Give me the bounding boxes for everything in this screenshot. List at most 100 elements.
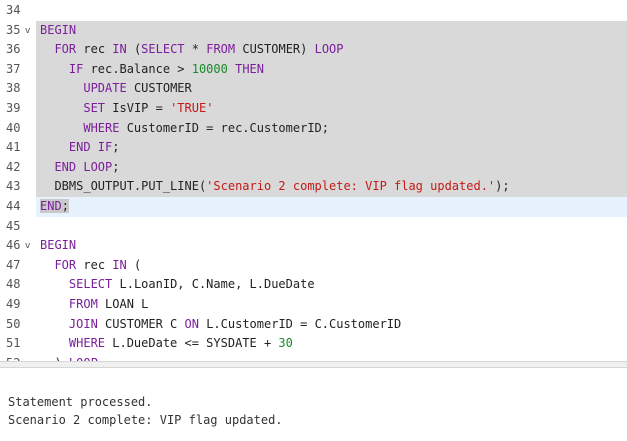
code-text: END LOOP; [36, 157, 627, 178]
line-number: 51 [6, 336, 21, 351]
line-number: 38 [6, 81, 21, 96]
code-token: LOOP [314, 42, 344, 57]
code-token: WHERE [83, 120, 120, 135]
code-token: SET [83, 101, 106, 115]
code-text: END; [36, 197, 627, 217]
code-text: WHERE CustomerID = rec.CustomerID; [36, 118, 627, 139]
code-line[interactable]: 48 SELECT L.LoanID, C.Name, L.DueDate [0, 275, 627, 295]
code-token: THEN [235, 61, 264, 76]
code-token: SELECT [68, 277, 113, 292]
code-token: FOR [54, 42, 77, 57]
code-token: ( [126, 257, 142, 272]
code-line[interactable]: 52 ) LOOP [0, 353, 627, 361]
code-line[interactable]: 34 [0, 1, 627, 21]
code-text: SET IsVIP = 'TRUE' [36, 99, 627, 119]
code-token: FROM [68, 297, 98, 311]
code-token: 'TRUE' [170, 101, 214, 115]
code-text: BEGIN [36, 236, 627, 256]
code-text: WHERE L.DueDate <= SYSDATE + 30 [36, 334, 627, 354]
code-text: FOR rec IN (SELECT * FROM CUSTOMER) LOOP [36, 40, 627, 60]
line-gutter: 52 [0, 353, 36, 361]
line-number: 46 [6, 238, 21, 253]
code-token: CUSTOMER [126, 81, 192, 96]
line-number: 40 [6, 120, 21, 135]
line-gutter: 45 [0, 216, 36, 237]
code-token: ( [126, 42, 142, 57]
line-number: 43 [6, 179, 21, 194]
code-line[interactable]: 45 [0, 216, 627, 237]
code-text: DBMS_OUTPUT.PUT_LINE('Scenario 2 complet… [36, 177, 627, 197]
code-line[interactable]: 41 END IF; [0, 138, 627, 158]
line-number: 34 [6, 3, 21, 17]
code-text: FROM LOAN L [36, 295, 627, 315]
code-token: 10000 [191, 61, 228, 76]
code-line[interactable]: 39 SET IsVIP = 'TRUE' [0, 99, 627, 119]
line-gutter: 40 [0, 118, 36, 139]
code-line[interactable]: 38 UPDATE CUSTOMER [0, 79, 627, 99]
code-line[interactable]: 42 END LOOP; [0, 157, 627, 178]
code-token: ON [184, 316, 199, 331]
code-token: ); [495, 179, 510, 194]
code-line[interactable]: 36 FOR rec IN (SELECT * FROM CUSTOMER) L… [0, 40, 627, 60]
code-token: L.CustomerID = C.CustomerID [198, 316, 402, 331]
fold-toggle-icon[interactable]: v [25, 237, 30, 257]
code-line[interactable]: 49 FROM LOAN L [0, 295, 627, 315]
code-line[interactable]: 51 WHERE L.DueDate <= SYSDATE + 30 [0, 334, 627, 354]
line-number: 45 [6, 218, 21, 233]
code-line[interactable]: 47 FOR rec IN ( [0, 255, 627, 276]
code-line[interactable]: 46 v BEGIN [0, 236, 627, 256]
fold-toggle-icon[interactable]: v [25, 22, 30, 42]
line-number: 49 [6, 297, 21, 311]
code-line[interactable]: 44 END; [0, 197, 627, 217]
code-line[interactable]: 40 WHERE CustomerID = rec.CustomerID; [0, 118, 627, 139]
code-token: rec [76, 42, 113, 57]
pane-splitter[interactable] [0, 361, 627, 368]
code-token: WHERE [68, 336, 106, 351]
code-token: IsVIP = [105, 101, 171, 115]
code-editor[interactable]: 34 35 v BEGIN 36 FOR rec IN (SELECT * FROM C… [0, 0, 627, 361]
code-token: END LOOP [54, 159, 113, 174]
line-gutter: 49 [0, 295, 36, 315]
line-gutter: 38 [0, 79, 36, 99]
code-token: L.DueDate <= SYSDATE + [105, 336, 279, 351]
line-number: 42 [6, 159, 21, 174]
code-token: END IF [68, 140, 113, 155]
code-text: IF rec.Balance > 10000 THEN [36, 59, 627, 80]
line-gutter: 42 [0, 157, 36, 178]
line-gutter: 35 v [0, 20, 36, 42]
code-token: ; [112, 159, 120, 174]
line-number: 41 [6, 140, 21, 155]
code-text: BEGIN [36, 20, 627, 41]
code-token: LOAN L [97, 297, 149, 311]
code-line[interactable]: 37 IF rec.Balance > 10000 THEN [0, 59, 627, 80]
code-token: CUSTOMER C [97, 316, 185, 331]
code-line[interactable]: 50 JOIN CUSTOMER C ON L.CustomerID = C.C… [0, 314, 627, 335]
code-token: * [184, 42, 207, 57]
line-number: 50 [6, 316, 21, 331]
code-text: JOIN CUSTOMER C ON L.CustomerID = C.Cust… [36, 315, 627, 335]
code-text: SELECT L.LoanID, C.Name, L.DueDate [36, 275, 627, 295]
code-line[interactable]: 43 DBMS_OUTPUT.PUT_LINE('Scenario 2 comp… [0, 177, 627, 197]
code-token: DBMS_OUTPUT.PUT_LINE( [40, 179, 207, 194]
code-token: FROM [206, 42, 236, 57]
code-line[interactable]: 35 v BEGIN [0, 20, 627, 42]
output-line: Statement processed. [8, 395, 153, 409]
line-gutter: 34 [0, 1, 36, 21]
line-gutter: 48 [0, 275, 36, 295]
code-token: ; [112, 140, 120, 155]
code-text: FOR rec IN ( [36, 256, 627, 276]
code-text: END IF; [36, 138, 627, 158]
code-token: BEGIN [40, 22, 77, 37]
output-line: Scenario 2 complete: VIP flag updated. [8, 413, 283, 427]
